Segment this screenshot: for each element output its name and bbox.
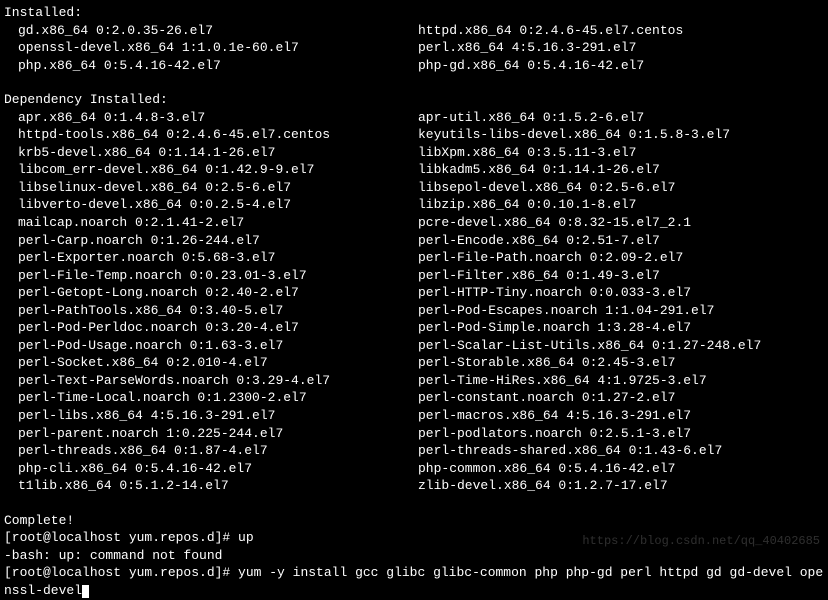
pkg: perl-Scalar-List-Utils.x86_64 0:1.27-248… [418,337,824,355]
pkg: perl-constant.noarch 0:1.27-2.el7 [418,389,824,407]
pkg: libselinux-devel.x86_64 0:2.5-6.el7 [18,179,418,197]
pkg: libkadm5.x86_64 0:1.14.1-26.el7 [418,161,824,179]
pkg: perl-Exporter.noarch 0:5.68-3.el7 [18,249,418,267]
dependency-row: perl-threads.x86_64 0:1.87-4.el7perl-thr… [18,442,824,460]
pkg: t1lib.x86_64 0:5.1.2-14.el7 [18,477,418,495]
pkg: perl-podlators.noarch 0:2.5.1-3.el7 [418,425,824,443]
dependency-row: perl-parent.noarch 1:0.225-244.el7perl-p… [18,425,824,443]
installed-row: php.x86_64 0:5.4.16-42.el7 php-gd.x86_64… [18,57,824,75]
pkg: perl-Time-HiRes.x86_64 4:1.9725-3.el7 [418,372,824,390]
dependency-row: apr.x86_64 0:1.4.8-3.el7apr-util.x86_64 … [18,109,824,127]
pkg: perl-parent.noarch 1:0.225-244.el7 [18,425,418,443]
pkg: perl-macros.x86_64 4:5.16.3-291.el7 [418,407,824,425]
pkg: zlib-devel.x86_64 0:1.2.7-17.el7 [418,477,824,495]
dependency-row: php-cli.x86_64 0:5.4.16-42.el7php-common… [18,460,824,478]
pkg: php-gd.x86_64 0:5.4.16-42.el7 [418,57,824,75]
pkg: php-cli.x86_64 0:5.4.16-42.el7 [18,460,418,478]
dependency-row: perl-File-Temp.noarch 0:0.23.01-3.el7per… [18,267,824,285]
installed-list: gd.x86_64 0:2.0.35-26.el7 httpd.x86_64 0… [4,22,824,75]
terminal-output: Installed: gd.x86_64 0:2.0.35-26.el7 htt… [4,4,824,600]
pkg: perl-PathTools.x86_64 0:3.40-5.el7 [18,302,418,320]
installed-row: openssl-devel.x86_64 1:1.0.1e-60.el7 per… [18,39,824,57]
pkg: perl.x86_64 4:5.16.3-291.el7 [418,39,824,57]
dependency-row: libcom_err-devel.x86_64 0:1.42.9-9.el7li… [18,161,824,179]
shell-prompt: [root@localhost yum.repos.d]# [4,529,238,547]
pkg: perl-threads.x86_64 0:1.87-4.el7 [18,442,418,460]
dependency-row: httpd-tools.x86_64 0:2.4.6-45.el7.centos… [18,126,824,144]
dependency-row: libverto-devel.x86_64 0:0.2.5-4.el7libzi… [18,196,824,214]
shell-command: up [238,529,254,547]
pkg: keyutils-libs-devel.x86_64 0:1.5.8-3.el7 [418,126,824,144]
error-line: -bash: up: command not found [4,547,824,565]
pkg: httpd.x86_64 0:2.4.6-45.el7.centos [418,22,824,40]
pkg: perl-Pod-Perldoc.noarch 0:3.20-4.el7 [18,319,418,337]
pkg: perl-HTTP-Tiny.noarch 0:0.033-3.el7 [418,284,824,302]
pkg: libsepol-devel.x86_64 0:2.5-6.el7 [418,179,824,197]
dependency-row: perl-libs.x86_64 4:5.16.3-291.el7perl-ma… [18,407,824,425]
pkg: gd.x86_64 0:2.0.35-26.el7 [18,22,418,40]
dependency-row: t1lib.x86_64 0:5.1.2-14.el7zlib-devel.x8… [18,477,824,495]
pkg: pcre-devel.x86_64 0:8.32-15.el7_2.1 [418,214,824,232]
cursor-icon [82,585,89,598]
dependency-row: perl-Pod-Perldoc.noarch 0:3.20-4.el7perl… [18,319,824,337]
dependency-row: perl-Text-ParseWords.noarch 0:3.29-4.el7… [18,372,824,390]
pkg: libcom_err-devel.x86_64 0:1.42.9-9.el7 [18,161,418,179]
dependency-installed-header: Dependency Installed: [4,91,824,109]
dependency-row: libselinux-devel.x86_64 0:2.5-6.el7libse… [18,179,824,197]
pkg: krb5-devel.x86_64 0:1.14.1-26.el7 [18,144,418,162]
pkg: perl-libs.x86_64 4:5.16.3-291.el7 [18,407,418,425]
pkg: apr-util.x86_64 0:1.5.2-6.el7 [418,109,824,127]
pkg: libverto-devel.x86_64 0:0.2.5-4.el7 [18,196,418,214]
pkg: mailcap.noarch 0:2.1.41-2.el7 [18,214,418,232]
shell-prompt: [root@localhost yum.repos.d]# [4,565,238,580]
pkg: perl-File-Path.noarch 0:2.09-2.el7 [418,249,824,267]
shell-prompt-line[interactable]: [root@localhost yum.repos.d]# yum -y ins… [4,564,824,599]
pkg: libXpm.x86_64 0:3.5.11-3.el7 [418,144,824,162]
pkg: perl-Getopt-Long.noarch 0:2.40-2.el7 [18,284,418,302]
pkg: perl-Socket.x86_64 0:2.010-4.el7 [18,354,418,372]
dependency-row: perl-Getopt-Long.noarch 0:2.40-2.el7perl… [18,284,824,302]
pkg: perl-Pod-Usage.noarch 0:1.63-3.el7 [18,337,418,355]
pkg: perl-Pod-Simple.noarch 1:3.28-4.el7 [418,319,824,337]
dependency-row: perl-Time-Local.noarch 0:1.2300-2.el7per… [18,389,824,407]
pkg: perl-Text-ParseWords.noarch 0:3.29-4.el7 [18,372,418,390]
pkg: perl-Time-Local.noarch 0:1.2300-2.el7 [18,389,418,407]
pkg: php-common.x86_64 0:5.4.16-42.el7 [418,460,824,478]
dependency-row: perl-Socket.x86_64 0:2.010-4.el7perl-Sto… [18,354,824,372]
pkg: apr.x86_64 0:1.4.8-3.el7 [18,109,418,127]
installed-row: gd.x86_64 0:2.0.35-26.el7 httpd.x86_64 0… [18,22,824,40]
dependency-row: mailcap.noarch 0:2.1.41-2.el7pcre-devel.… [18,214,824,232]
pkg: perl-Carp.noarch 0:1.26-244.el7 [18,232,418,250]
pkg: openssl-devel.x86_64 1:1.0.1e-60.el7 [18,39,418,57]
pkg: perl-File-Temp.noarch 0:0.23.01-3.el7 [18,267,418,285]
dependency-row: perl-Exporter.noarch 0:5.68-3.el7perl-Fi… [18,249,824,267]
pkg: httpd-tools.x86_64 0:2.4.6-45.el7.centos [18,126,418,144]
pkg: perl-Pod-Escapes.noarch 1:1.04-291.el7 [418,302,824,320]
pkg: libzip.x86_64 0:0.10.1-8.el7 [418,196,824,214]
installed-header: Installed: [4,4,824,22]
pkg: perl-Storable.x86_64 0:2.45-3.el7 [418,354,824,372]
shell-prompt-line: [root@localhost yum.repos.d]# up [4,529,824,547]
pkg: perl-Encode.x86_64 0:2.51-7.el7 [418,232,824,250]
complete-line: Complete! [4,512,824,530]
dependency-list: apr.x86_64 0:1.4.8-3.el7apr-util.x86_64 … [4,109,824,495]
dependency-row: perl-PathTools.x86_64 0:3.40-5.el7perl-P… [18,302,824,320]
pkg: php.x86_64 0:5.4.16-42.el7 [18,57,418,75]
pkg: perl-Filter.x86_64 0:1.49-3.el7 [418,267,824,285]
dependency-row: perl-Pod-Usage.noarch 0:1.63-3.el7perl-S… [18,337,824,355]
dependency-row: krb5-devel.x86_64 0:1.14.1-26.el7libXpm.… [18,144,824,162]
dependency-row: perl-Carp.noarch 0:1.26-244.el7perl-Enco… [18,232,824,250]
pkg: perl-threads-shared.x86_64 0:1.43-6.el7 [418,442,824,460]
